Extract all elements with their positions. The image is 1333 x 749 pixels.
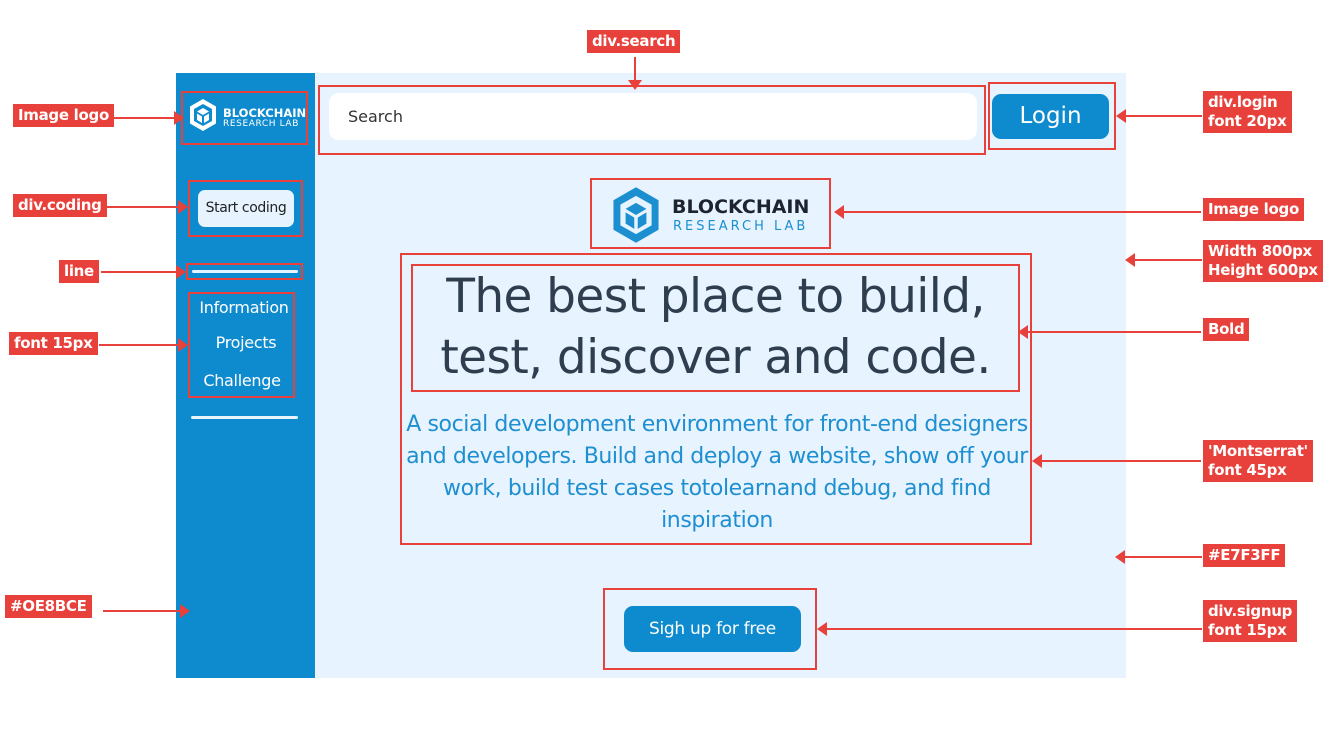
annot-image-logo-left: Image logo [13, 104, 114, 127]
annot-search-arrow [628, 57, 642, 90]
annot-signup: div.signup font 15px [1203, 600, 1298, 642]
annot-box-headline [411, 264, 1020, 392]
annot-box-main-logo [590, 178, 831, 249]
annot-box-line [186, 263, 303, 280]
annot-box-signup [603, 588, 817, 670]
annot-montserrat: 'Montserrat' font 45px [1203, 440, 1313, 482]
annot-line: line [59, 260, 99, 283]
annot-coding-arrow [107, 200, 188, 214]
annot-image-logo-right: Image logo [1203, 198, 1304, 221]
annot-image-logo-left-arrow [111, 111, 184, 125]
annot-main-color: #E7F3FF [1203, 544, 1286, 567]
annot-font15-left: font 15px [9, 332, 98, 355]
annot-size: Width 800px Height 600px [1203, 240, 1323, 282]
annot-login-arrow [1116, 109, 1202, 123]
annot-search: div.search [587, 30, 681, 53]
annot-bold: Bold [1203, 318, 1250, 341]
annot-sidebar-color: #OE8BCE [5, 595, 92, 618]
annot-box-sidebar-logo [181, 91, 308, 145]
sidebar-divider-bottom [191, 416, 298, 419]
annot-box-search [318, 85, 986, 155]
annot-line-arrow [101, 265, 186, 279]
annot-box-coding [188, 180, 303, 237]
annot-coding: div.coding [13, 194, 107, 217]
annot-login: div.login font 20px [1203, 91, 1292, 133]
annot-size-arrow [1125, 253, 1202, 267]
annot-sidebar-color-arrow [103, 604, 190, 618]
annot-signup-arrow [817, 622, 1202, 636]
annot-main-color-arrow [1115, 550, 1202, 564]
annot-montserrat-arrow [1032, 454, 1201, 468]
annot-box-login [988, 82, 1116, 150]
annot-font15-left-arrow [99, 338, 188, 352]
annot-box-nav [188, 292, 295, 398]
annot-bold-arrow [1018, 325, 1201, 339]
annot-image-logo-right-arrow [834, 205, 1201, 219]
